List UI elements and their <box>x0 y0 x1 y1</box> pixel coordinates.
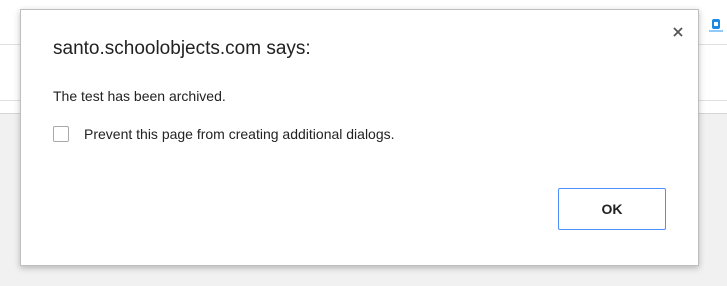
alert-dialog: santo.schoolobjects.com says: The test h… <box>20 9 699 266</box>
prevent-dialogs-option[interactable]: Prevent this page from creating addition… <box>53 126 395 142</box>
close-button[interactable] <box>666 20 690 44</box>
ok-button[interactable]: OK <box>558 188 666 230</box>
dialog-message: The test has been archived. <box>53 88 226 104</box>
prevent-dialogs-label[interactable]: Prevent this page from creating addition… <box>84 126 395 142</box>
close-icon <box>673 27 683 37</box>
dialog-title: santo.schoolobjects.com says: <box>53 38 311 59</box>
extension-icon[interactable] <box>708 18 724 34</box>
prevent-dialogs-checkbox[interactable] <box>53 126 69 142</box>
